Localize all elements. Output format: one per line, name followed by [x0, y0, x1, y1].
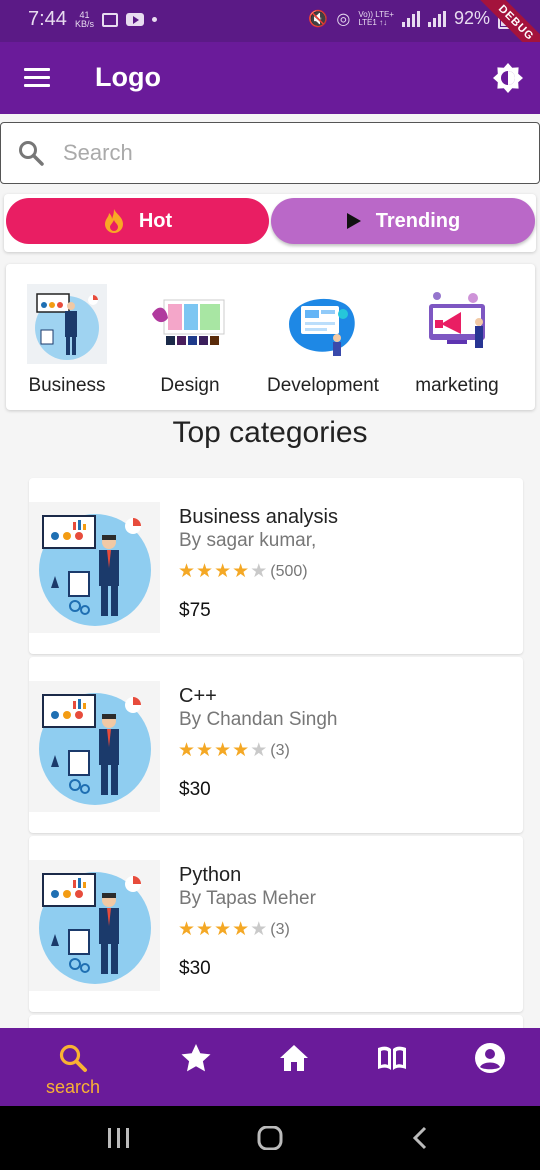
- nav-home[interactable]: [244, 1028, 344, 1106]
- category-label: Design: [160, 375, 220, 396]
- category-design[interactable]: Design: [125, 264, 255, 410]
- hotspot-icon: ◎: [336, 10, 351, 28]
- back-icon[interactable]: [410, 1126, 430, 1150]
- category-marketing[interactable]: marketing: [392, 264, 522, 410]
- course-title: Business analysis: [179, 506, 338, 528]
- nav-library[interactable]: [342, 1028, 442, 1106]
- book-icon: [378, 1046, 406, 1070]
- fire-icon: [104, 209, 123, 233]
- course-thumbnail: [29, 860, 160, 991]
- category-development[interactable]: Development: [258, 264, 388, 410]
- course-author: By Tapas Meher: [179, 888, 316, 909]
- play-icon: [346, 213, 361, 229]
- home-icon: [280, 1045, 308, 1071]
- business-category-image: [27, 284, 107, 364]
- hamburger-menu-icon[interactable]: [24, 68, 50, 88]
- development-category-image: [289, 298, 355, 356]
- brightness-icon[interactable]: [492, 62, 524, 94]
- course-title: Python: [179, 864, 242, 886]
- category-label: Development: [267, 375, 379, 396]
- system-navigation-bar: [0, 1106, 540, 1170]
- more-notifications-icon: [151, 17, 157, 22]
- course-card[interactable]: Business analysis By sagar kumar, ★ ★ ★ ★ ★ …: [29, 478, 523, 654]
- youtube-notification-icon: [125, 13, 144, 26]
- tab-trending[interactable]: Trending: [271, 198, 535, 244]
- section-title: Top categories: [172, 416, 368, 449]
- signal-sim2-icon: [427, 10, 446, 27]
- battery-percent: 92%: [453, 8, 490, 28]
- course-card[interactable]: Python By Tapas Meher ★ ★ ★ ★ ★ (3) $30: [29, 836, 523, 1012]
- course-price: $75: [179, 600, 211, 621]
- search-icon: [59, 1044, 87, 1072]
- course-rating: ★ ★ ★ ★ ★ (3): [178, 741, 290, 761]
- category-list: Business Design Development marketing: [6, 264, 535, 410]
- lte-indicator: Vo)) LTE+ LTE1 ↑↓: [358, 9, 394, 27]
- status-bar: 7:44 41 KB/s 🔇 ◎ Vo)) LTE+ LTE1 ↑↓ 92% DEB…: [0, 0, 540, 65]
- rating-count: (3): [270, 742, 290, 759]
- course-rating: ★ ★ ★ ★ ★ (3): [178, 920, 290, 940]
- tab-hot[interactable]: Hot: [6, 198, 269, 244]
- nav-account[interactable]: [440, 1028, 540, 1106]
- star-icon: ★: [178, 740, 196, 761]
- star-icon: ★: [196, 740, 214, 761]
- star-icon: ★: [214, 740, 232, 761]
- rating-count: (500): [270, 563, 308, 580]
- search-bar: [0, 122, 540, 184]
- star-icon: ★: [178, 561, 196, 582]
- course-author: By sagar kumar,: [179, 530, 317, 551]
- nav-search[interactable]: search: [23, 1028, 123, 1106]
- star-icon: ★: [178, 919, 196, 940]
- mute-icon: 🔇: [308, 10, 329, 28]
- course-title: C++: [179, 685, 217, 707]
- star-icon: ★: [250, 919, 268, 940]
- star-icon: [181, 1044, 211, 1072]
- star-icon: ★: [196, 561, 214, 582]
- status-time: 7:44: [28, 8, 67, 30]
- course-price: $30: [179, 779, 211, 800]
- course-rating: ★ ★ ★ ★ ★ (500): [178, 562, 308, 582]
- star-icon: ★: [232, 919, 250, 940]
- course-thumbnail: [29, 502, 160, 633]
- category-business[interactable]: Business: [2, 264, 132, 410]
- home-button-icon[interactable]: [257, 1126, 283, 1150]
- design-category-image: [152, 299, 225, 345]
- course-author: By Chandan Singh: [179, 709, 338, 730]
- tab-bar: Hot Trending: [4, 194, 536, 252]
- rating-count: (3): [270, 921, 290, 938]
- app-bar: Logo: [0, 42, 540, 114]
- nav-favorites[interactable]: [146, 1028, 246, 1106]
- course-thumbnail: [29, 681, 160, 812]
- nav-search-label: search: [45, 1077, 101, 1097]
- star-icon: ★: [214, 919, 232, 940]
- bottom-navigation: search: [0, 1028, 540, 1106]
- account-icon: [475, 1043, 505, 1073]
- signal-sim1-icon: [401, 10, 420, 27]
- search-icon: [19, 141, 44, 166]
- tab-hot-label: Hot: [138, 209, 173, 232]
- star-icon: ★: [232, 740, 250, 761]
- category-label: marketing: [415, 375, 499, 396]
- star-icon: ★: [250, 740, 268, 761]
- star-icon: ★: [250, 561, 268, 582]
- marketing-category-image: [429, 292, 485, 348]
- tab-trending-label: Trending: [375, 209, 461, 232]
- course-price: $30: [179, 958, 211, 979]
- gallery-notification-icon: [101, 12, 118, 27]
- app-logo: Logo: [95, 62, 161, 92]
- star-icon: ★: [214, 561, 232, 582]
- net-speed: 41 KB/s: [74, 9, 94, 29]
- recent-apps-icon[interactable]: [106, 1126, 132, 1150]
- course-card[interactable]: C++ By Chandan Singh ★ ★ ★ ★ ★ (3) $30: [29, 657, 523, 833]
- star-icon: ★: [232, 561, 250, 582]
- star-icon: ★: [196, 919, 214, 940]
- search-input[interactable]: [63, 133, 503, 173]
